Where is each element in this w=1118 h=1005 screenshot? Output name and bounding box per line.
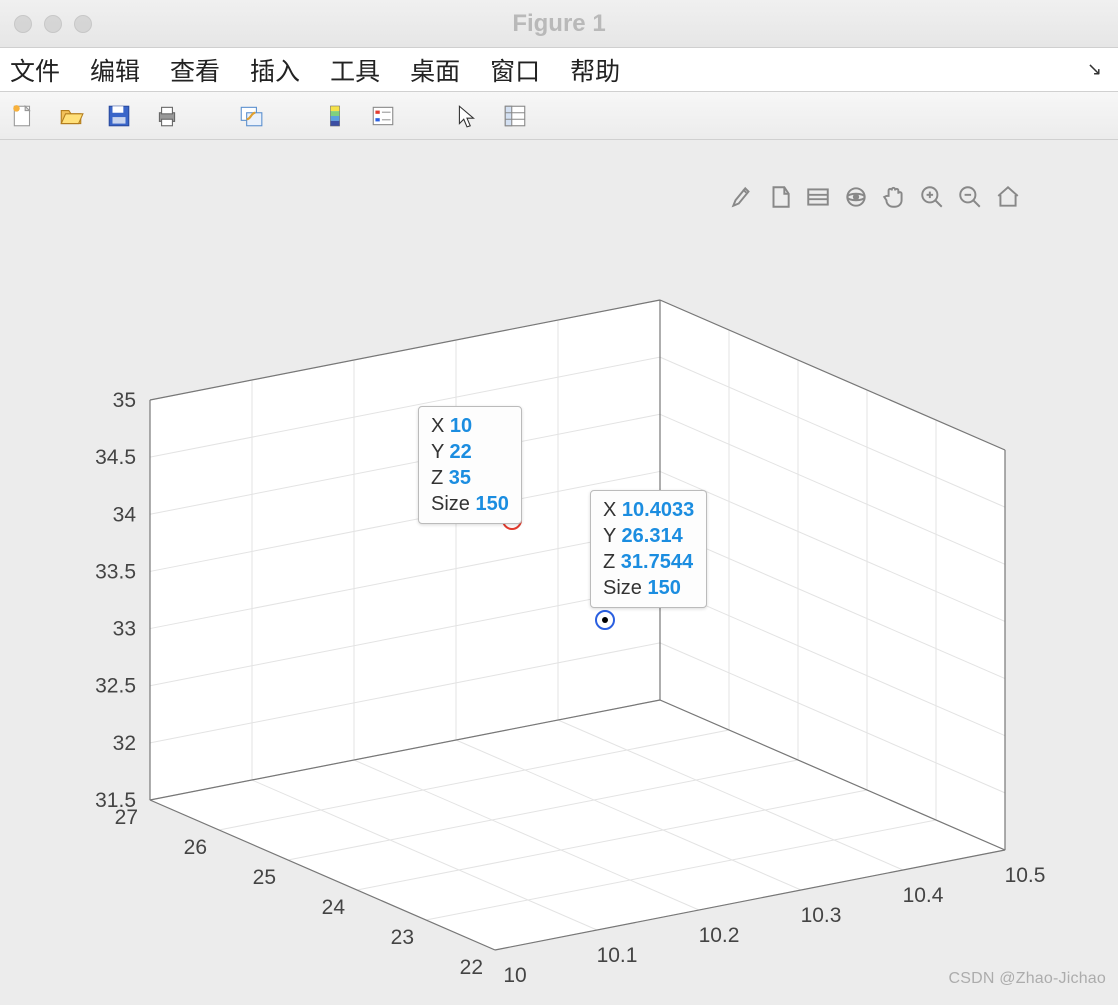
datatip-value: 31.7544 [621,551,693,573]
rotate-icon[interactable] [841,182,871,212]
datatip-label: Z [603,551,615,573]
datatip-1[interactable]: X 10.4033 Y 26.314 Z 31.7544 Size 150 [590,490,707,608]
datatip-value: 22 [450,441,472,463]
svg-text:34.5: 34.5 [95,446,136,469]
menu-insert[interactable]: 插入 [250,52,300,88]
svg-text:35: 35 [113,389,136,412]
link-icon[interactable] [236,101,266,131]
svg-text:10: 10 [503,964,526,987]
datatip-label: Y [431,441,444,463]
window-title: Figure 1 [0,10,1118,38]
svg-text:10.1: 10.1 [597,944,638,967]
svg-text:27: 27 [115,806,138,829]
print-icon[interactable] [152,101,182,131]
save-icon[interactable] [104,101,134,131]
datatip-value: 10 [450,415,472,437]
svg-text:32.5: 32.5 [95,675,136,698]
datatip-value: 10.4033 [622,499,694,521]
colorbar-icon[interactable] [320,101,350,131]
svg-text:32: 32 [113,732,136,755]
svg-text:22: 22 [460,956,483,979]
cursor-icon[interactable] [452,101,482,131]
datatip-value: 150 [475,493,508,515]
zoom-out-icon[interactable] [955,182,985,212]
menubar: 文件 编辑 查看 插入 工具 桌面 窗口 帮助 ↘ [0,48,1118,92]
zoom-in-icon[interactable] [917,182,947,212]
pan-icon[interactable] [879,182,909,212]
export-icon[interactable] [765,182,795,212]
datatip-label: X [431,415,444,437]
menu-tools[interactable]: 工具 [330,52,380,88]
datatip-value: 35 [449,467,471,489]
menu-desktop[interactable]: 桌面 [410,52,460,88]
svg-text:10.4: 10.4 [903,884,944,907]
datatip-label: Z [431,467,443,489]
datatip-label: X [603,499,616,521]
minimize-button[interactable] [44,15,62,33]
menu-file[interactable]: 文件 [10,52,60,88]
window-controls [0,15,92,33]
scatter-point-blue[interactable] [595,610,615,630]
watermark: CSDN @Zhao-Jichao [949,970,1106,988]
svg-text:33: 33 [113,618,136,641]
home-icon[interactable] [993,182,1023,212]
datatip-0[interactable]: X 10 Y 22 Z 35 Size 150 [418,406,522,524]
datatip-value: 26.314 [622,525,683,547]
plot-area: 31.53232.53333.53434.535 222324252627 10… [0,140,1118,994]
menu-edit[interactable]: 编辑 [90,52,140,88]
datatip-value: 150 [647,577,680,599]
toolbar [0,92,1118,140]
svg-text:10.5: 10.5 [1005,864,1046,887]
open-icon[interactable] [56,101,86,131]
new-icon[interactable] [8,101,38,131]
titlebar: Figure 1 [0,0,1118,48]
data-cursor-icon[interactable] [500,101,530,131]
svg-text:26: 26 [184,836,207,859]
svg-text:10.3: 10.3 [801,904,842,927]
dock-icon[interactable]: ↘ [1087,59,1108,80]
svg-text:25: 25 [253,866,276,889]
menu-window[interactable]: 窗口 [490,52,540,88]
menu-view[interactable]: 查看 [170,52,220,88]
zoom-button[interactable] [74,15,92,33]
axes-3d[interactable]: 31.53232.53333.53434.535 222324252627 10… [0,220,1118,1000]
svg-text:23: 23 [391,926,414,949]
axes-toolbar [727,182,1023,212]
legend-icon[interactable] [368,101,398,131]
svg-text:10.2: 10.2 [699,924,740,947]
svg-text:24: 24 [322,896,346,919]
brush-icon[interactable] [727,182,757,212]
datatip-label: Y [603,525,616,547]
close-button[interactable] [14,15,32,33]
datatip-label: Size [431,493,470,515]
svg-text:34: 34 [113,503,137,526]
svg-text:33.5: 33.5 [95,560,136,583]
datatip-label: Size [603,577,642,599]
menu-help[interactable]: 帮助 [570,52,620,88]
datatip-icon[interactable] [803,182,833,212]
